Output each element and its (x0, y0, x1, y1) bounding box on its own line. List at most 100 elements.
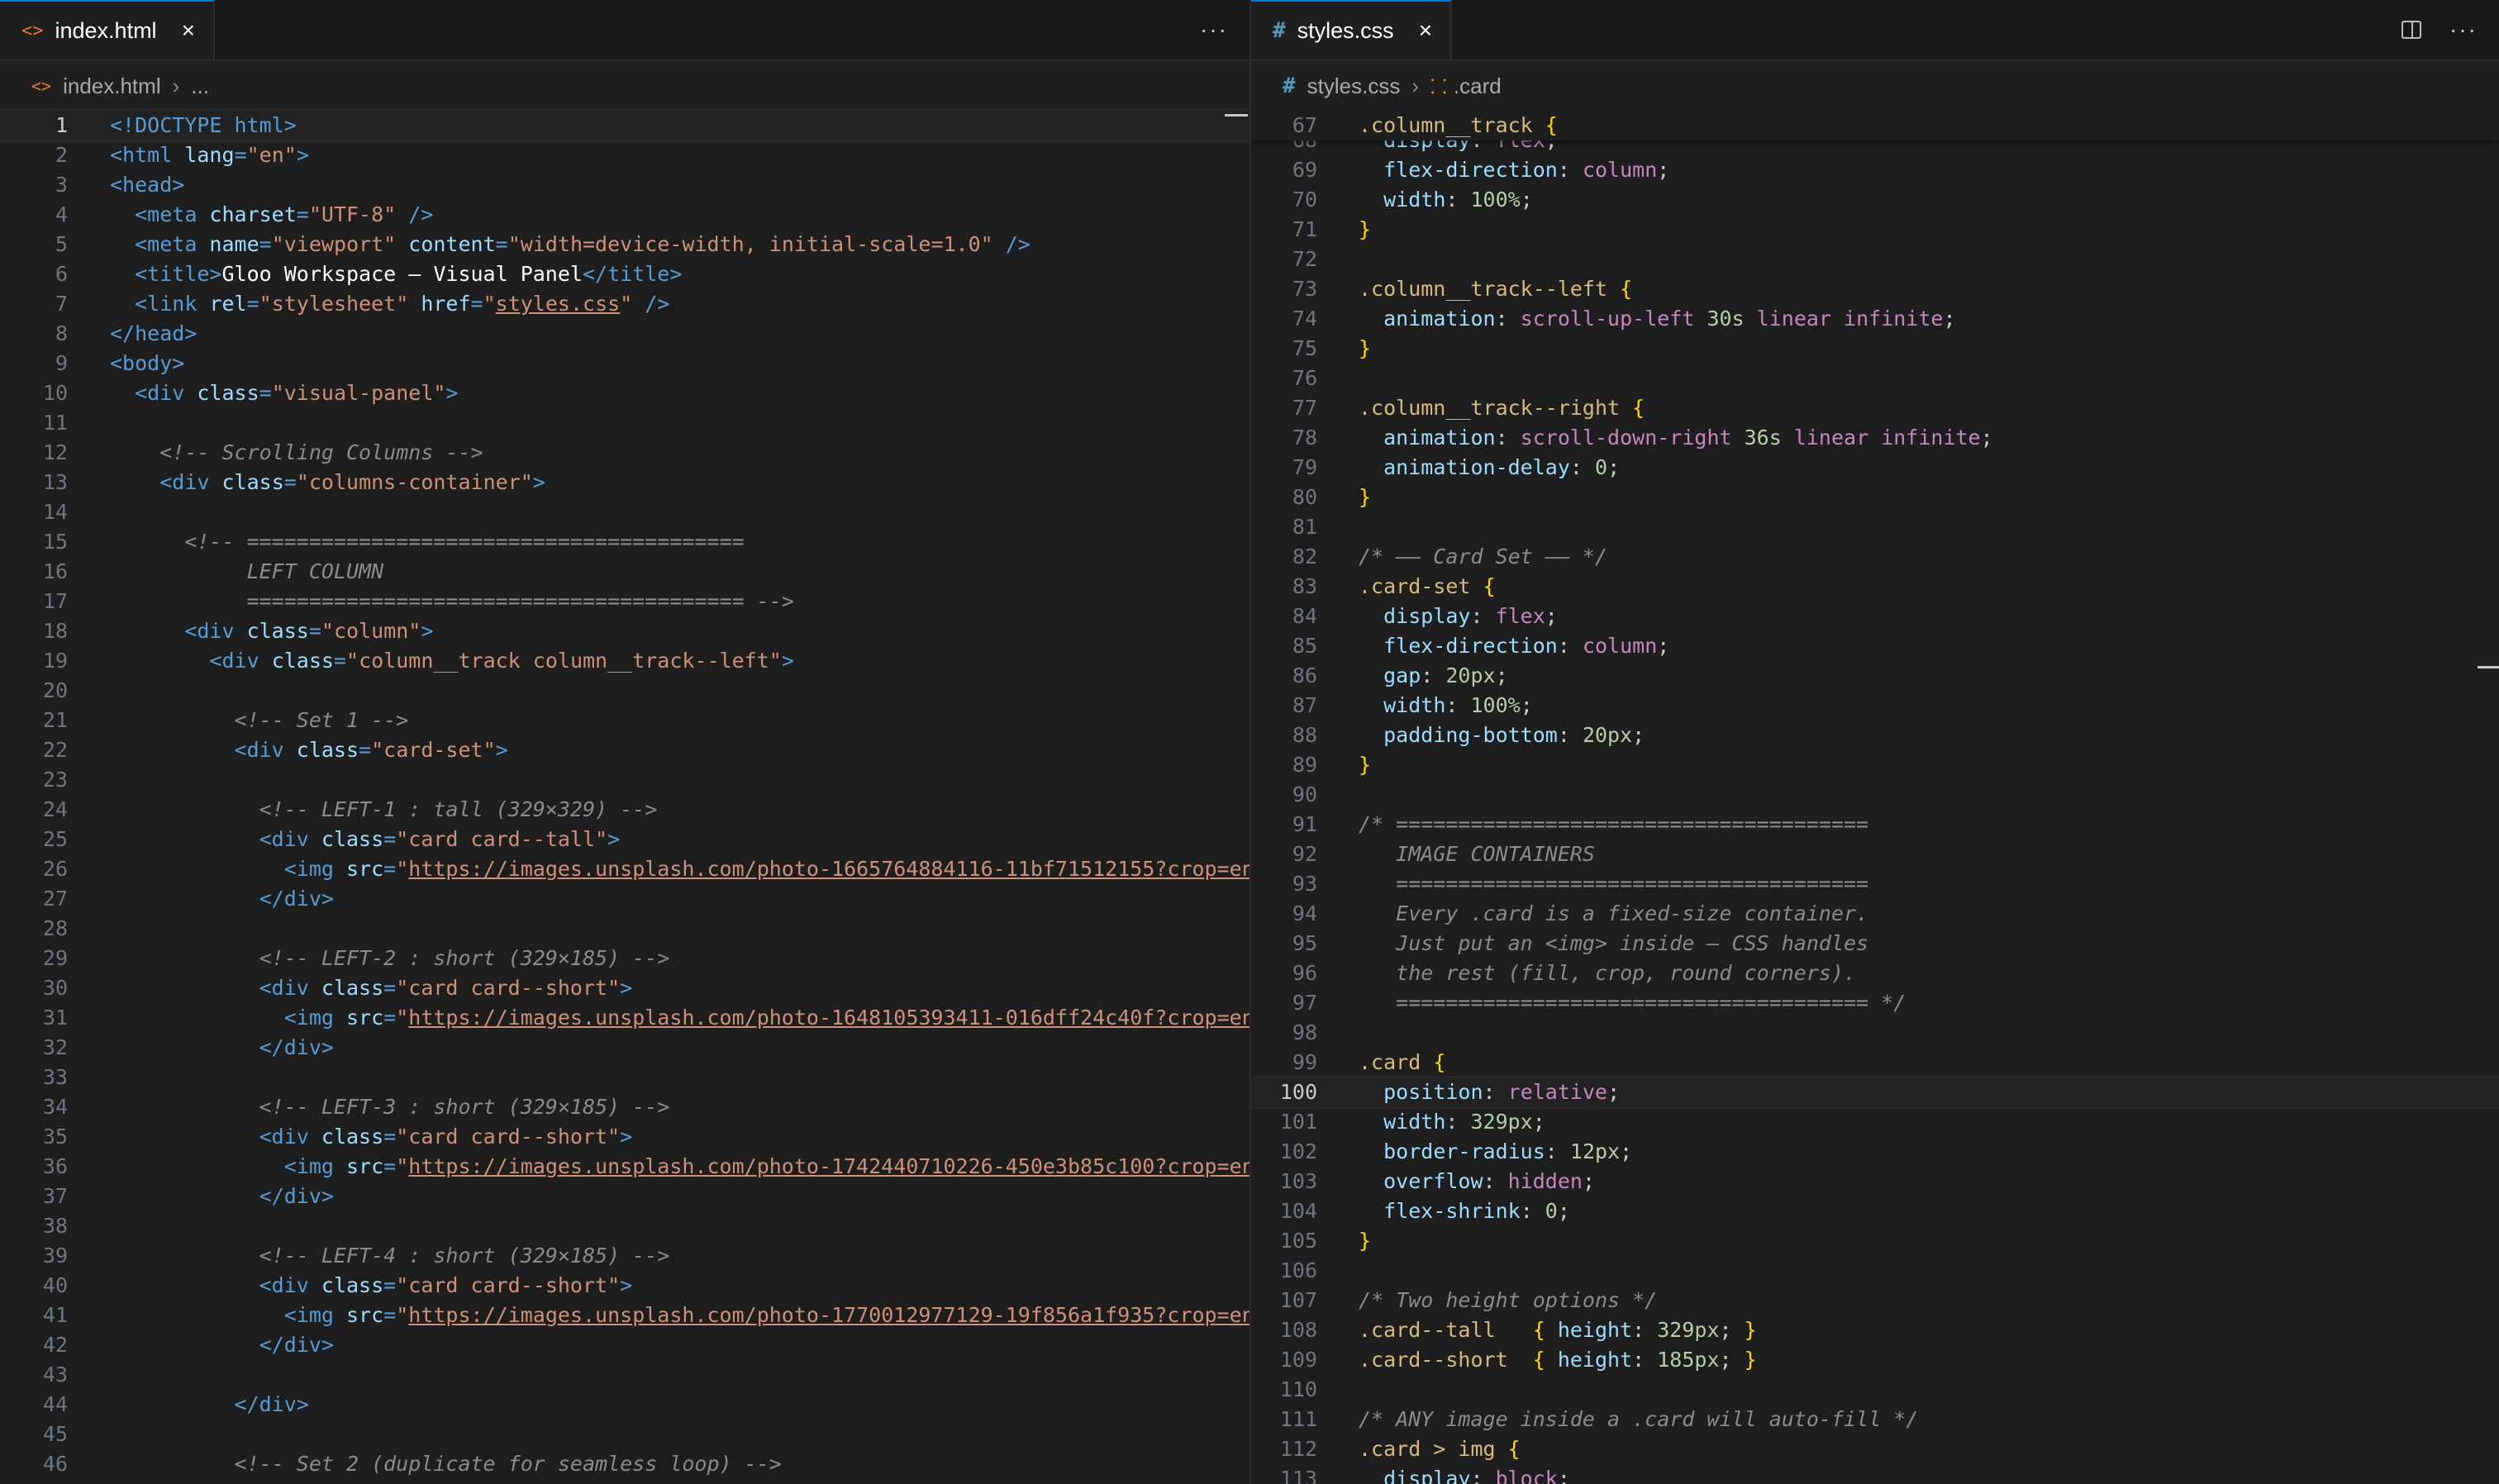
code-line[interactable]: 2 <html lang="en"> (0, 140, 1250, 170)
code-line[interactable]: 80} (1251, 483, 2499, 512)
code-line[interactable]: 70 width: 100%; (1251, 185, 2499, 215)
code-line[interactable]: 84 display: flex; (1251, 602, 2499, 631)
code-line[interactable]: 108 .card--tall { height: 329px; } (1251, 1315, 2499, 1345)
code-line[interactable]: 86 gap: 20px; (1251, 661, 2499, 691)
code-line[interactable]: 15 <!-- ================================… (0, 527, 1250, 557)
code-line[interactable]: 83 .card-set { (1251, 572, 2499, 602)
code-line[interactable]: 102 border-radius: 12px; (1251, 1137, 2499, 1167)
code-line[interactable]: 10 <div class="visual-panel"> (0, 378, 1250, 408)
code-line[interactable]: 74 animation: scroll-up-left 30s linear … (1251, 304, 2499, 334)
more-actions-icon[interactable]: ··· (2449, 17, 2478, 43)
code-line[interactable]: 39 <!-- LEFT-4 : short (329×185) --> (0, 1241, 1250, 1271)
scrollbar-marker[interactable] (2478, 666, 2499, 668)
code-line[interactable]: 22 <div class="card-set"> (0, 735, 1250, 765)
code-line[interactable]: 9 <body> (0, 349, 1250, 378)
code-line[interactable]: 18 <div class="column"> (0, 616, 1250, 646)
code-line[interactable]: 95 Just put an <img> inside — CSS handle… (1251, 929, 2499, 958)
code-line[interactable]: 81 (1251, 512, 2499, 542)
code-line[interactable]: 3 <head> (0, 170, 1250, 200)
code-line[interactable]: 82 /* —— Card Set —— */ (1251, 542, 2499, 572)
code-line[interactable]: 12 <!-- Scrolling Columns --> (0, 438, 1250, 468)
code-line[interactable]: 11 (0, 408, 1250, 438)
code-line[interactable]: 4 <meta charset="UTF-8" /> (0, 200, 1250, 230)
code-line[interactable]: 106 (1251, 1256, 2499, 1286)
code-line[interactable]: 33 (0, 1063, 1250, 1092)
code-line[interactable]: 42 </div> (0, 1330, 1250, 1360)
code-line[interactable]: 32 </div> (0, 1033, 1250, 1063)
code-line[interactable]: 98 (1251, 1018, 2499, 1048)
code-line[interactable]: 8 </head> (0, 319, 1250, 349)
code-line[interactable]: 92 IMAGE CONTAINERS (1251, 840, 2499, 869)
code-line[interactable]: 36 <img src="https://images.unsplash.com… (0, 1152, 1250, 1182)
code-line[interactable]: 45 (0, 1420, 1250, 1449)
code-line[interactable]: 35 <div class="card card--short"> (0, 1122, 1250, 1152)
code-line[interactable]: 41 <img src="https://images.unsplash.com… (0, 1301, 1250, 1330)
close-icon[interactable]: × (182, 17, 195, 44)
code-line[interactable]: 111 /* ANY image inside a .card will auto… (1251, 1405, 2499, 1434)
code-line[interactable]: 44 </div> (0, 1390, 1250, 1420)
code-editor-right[interactable]: 67.column__track {68 display: flex;69 fl… (1251, 111, 2499, 1484)
code-line[interactable]: 19 <div class="column__track column__tra… (0, 646, 1250, 676)
code-line[interactable]: 40 <div class="card card--short"> (0, 1271, 1250, 1301)
code-line[interactable]: 104 flex-shrink: 0; (1251, 1196, 2499, 1226)
code-line[interactable]: 26 <img src="https://images.unsplash.com… (0, 854, 1250, 884)
code-line[interactable]: 31 <img src="https://images.unsplash.com… (0, 1003, 1250, 1033)
breadcrumb-file[interactable]: styles.css (1307, 74, 1401, 99)
close-icon[interactable]: × (1419, 17, 1432, 44)
code-line[interactable]: 94 Every .card is a fixed-size container… (1251, 899, 2499, 929)
tab-styles-css[interactable]: # styles.css × (1251, 0, 1453, 59)
code-line[interactable]: 101 width: 329px; (1251, 1107, 2499, 1137)
code-line[interactable]: 1 <!DOCTYPE html> (0, 109, 1250, 142)
code-line[interactable]: 110 (1251, 1375, 2499, 1405)
code-line[interactable]: 29 <!-- LEFT-2 : short (329×185) --> (0, 944, 1250, 973)
code-line[interactable]: 103 overflow: hidden; (1251, 1167, 2499, 1196)
code-line[interactable]: 87 width: 100%; (1251, 691, 2499, 721)
code-line[interactable]: 25 <div class="card card--tall"> (0, 825, 1250, 854)
code-line[interactable]: 93 =====================================… (1251, 869, 2499, 899)
code-line[interactable]: 109 .card--short { height: 185px; } (1251, 1345, 2499, 1375)
code-line[interactable]: 37 </div> (0, 1182, 1250, 1211)
tab-index-html[interactable]: <> index.html × (0, 0, 215, 59)
scrollbar-marker[interactable] (1225, 114, 1248, 117)
code-line[interactable]: 71} (1251, 215, 2499, 245)
more-actions-icon[interactable]: ··· (1200, 17, 1228, 43)
code-line[interactable]: 76 (1251, 364, 2499, 393)
code-line[interactable]: 73 .column__track--left { (1251, 274, 2499, 304)
code-line[interactable]: 69 flex-direction: column; (1251, 155, 2499, 185)
code-editor-left[interactable]: 1 <!DOCTYPE html> 2 <html lang="en"> 3 <head>… (0, 109, 1250, 1484)
code-line[interactable]: 6 <title>Gloo Workspace — Visual Panel</… (0, 259, 1250, 289)
code-line[interactable]: 96 the rest (fill, crop, round corners). (1251, 958, 2499, 988)
code-line[interactable]: 14 (0, 497, 1250, 527)
code-line[interactable]: 72 (1251, 245, 2499, 274)
code-line[interactable]: 88 padding-bottom: 20px; (1251, 721, 2499, 750)
code-line[interactable]: 27 </div> (0, 884, 1250, 914)
code-line[interactable]: 113 display: block; (1251, 1464, 2499, 1484)
code-line[interactable]: 107 /* Two height options */ (1251, 1286, 2499, 1315)
code-line[interactable]: 46 <!-- Set 2 (duplicate for seamless lo… (0, 1449, 1250, 1479)
code-line[interactable]: 30 <div class="card card--short"> (0, 973, 1250, 1003)
code-line[interactable]: 97 =====================================… (1251, 988, 2499, 1018)
code-line[interactable]: 100 position: relative; (1251, 1076, 2499, 1109)
breadcrumb-symbol[interactable]: .card (1454, 74, 1502, 99)
code-line[interactable]: 79 animation-delay: 0; (1251, 453, 2499, 483)
code-line[interactable]: 90 (1251, 780, 2499, 810)
code-line[interactable]: 77 .column__track--right { (1251, 393, 2499, 423)
code-line[interactable]: 28 (0, 914, 1250, 944)
code-line[interactable]: 105} (1251, 1226, 2499, 1256)
code-line[interactable]: 34 <!-- LEFT-3 : short (329×185) --> (0, 1092, 1250, 1122)
code-line[interactable]: 91 /* ===================================… (1251, 810, 2499, 840)
code-line[interactable]: 21 <!-- Set 1 --> (0, 706, 1250, 735)
code-line[interactable]: 24 <!-- LEFT-1 : tall (329×329) --> (0, 795, 1250, 825)
code-line[interactable]: 112 .card > img { (1251, 1434, 2499, 1464)
code-line[interactable]: 89} (1251, 750, 2499, 780)
code-line[interactable]: 67 .column__track { (1251, 111, 2499, 140)
code-line[interactable]: 38 (0, 1211, 1250, 1241)
split-editor-icon[interactable] (2401, 21, 2422, 39)
code-line[interactable]: 16 LEFT COLUMN (0, 557, 1250, 587)
code-line[interactable]: 13 <div class="columns-container"> (0, 468, 1250, 497)
code-line[interactable]: 17 =====================================… (0, 587, 1250, 616)
code-line[interactable]: 23 (0, 765, 1250, 795)
breadcrumb-file[interactable]: index.html (63, 74, 161, 99)
code-line[interactable]: 78 animation: scroll-down-right 36s line… (1251, 423, 2499, 453)
code-line[interactable]: 5 <meta name="viewport" content="width=d… (0, 230, 1250, 259)
